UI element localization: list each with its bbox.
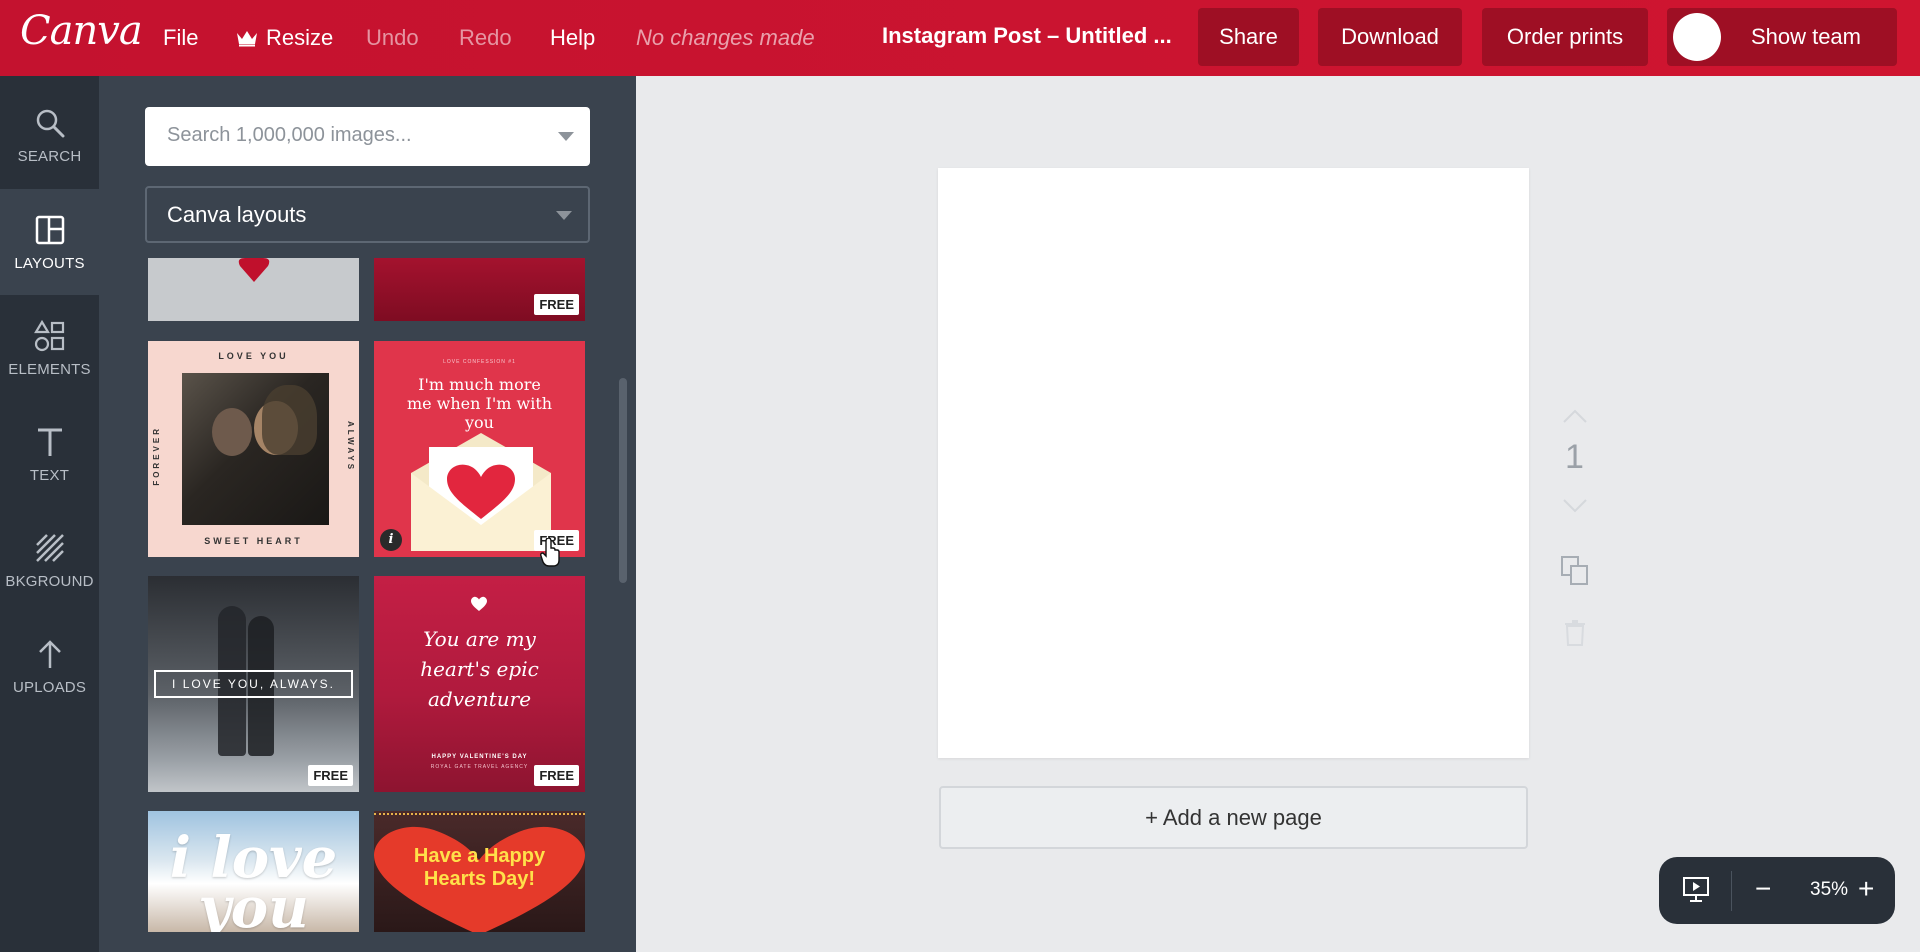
show-team-label: Show team <box>1750 24 1861 49</box>
move-page-down-icon[interactable] <box>1562 498 1588 519</box>
help-menu[interactable]: Help <box>550 25 595 51</box>
layout-thumbnail-i-love-you-always[interactable]: I LOVE YOU, ALWAYS. FREE <box>148 576 359 792</box>
text-icon <box>37 428 62 456</box>
zoom-in-button[interactable]: + <box>1858 874 1874 904</box>
thumbnail-text: LOVE CONFESSION #1 <box>443 359 516 365</box>
thumbnail-text: I LOVE YOU, ALWAYS. <box>154 670 353 698</box>
layout-thumbnail-i-love-you[interactable]: i love you <box>148 811 359 932</box>
layout-thumbnail[interactable] <box>148 258 359 321</box>
free-badge: FREE <box>534 294 579 315</box>
info-icon[interactable]: i <box>380 529 402 551</box>
zoom-control: − 35% + <box>1659 857 1895 924</box>
design-page[interactable] <box>938 168 1529 758</box>
rail-item-layouts[interactable]: LAYOUTS <box>0 189 99 295</box>
rail-label-background: BKGROUND <box>5 572 94 590</box>
thumbnail-text: i love you <box>169 825 338 932</box>
envelope-icon <box>411 433 551 551</box>
save-status: No changes made <box>636 25 815 50</box>
thumbnail-text: FOREVER <box>152 426 161 486</box>
page-number: 1 <box>1565 438 1584 476</box>
zoom-out-button[interactable]: − <box>1755 874 1771 904</box>
thumbnail-text: SWEET HEART <box>204 536 303 546</box>
image-search[interactable] <box>145 107 590 166</box>
thumbnail-text: ALWAYS <box>346 421 355 473</box>
thumbnail-text: I'm much more me when I'm with you <box>406 375 553 432</box>
present-icon[interactable] <box>1682 876 1710 904</box>
chevron-down-icon <box>556 211 572 220</box>
add-page-button[interactable]: + Add a new page <box>939 786 1528 849</box>
resize-label: Resize <box>266 25 334 50</box>
top-bar: Canva File Resize Undo Redo Help No chan… <box>0 0 1920 76</box>
divider <box>1731 871 1732 911</box>
zoom-level: 35% <box>1810 879 1849 900</box>
file-menu[interactable]: File <box>163 25 198 51</box>
layouts-icon <box>35 215 64 244</box>
search-icon <box>36 109 64 137</box>
copy-page-icon[interactable] <box>1560 555 1590 592</box>
rail-label-search: SEARCH <box>17 147 82 165</box>
layout-thumbnail-hearts-epic-adventure[interactable]: You are my heart's epic adventure HAPPY … <box>374 576 585 792</box>
panel-scrollbar[interactable] <box>619 378 627 583</box>
layouts-category-select[interactable]: Canva layouts <box>145 186 590 243</box>
layout-thumbnail-happy-hearts-day[interactable]: Have a Happy Hearts Day! <box>374 811 585 932</box>
rail-label-elements: ELEMENTS <box>8 360 91 378</box>
thumbnail-text: Have a Happy Hearts Day! <box>413 845 546 890</box>
chevron-down-icon[interactable] <box>558 132 574 141</box>
layout-thumbnail-much-more-me[interactable]: LOVE CONFESSION #1 I'm much more me when… <box>374 341 585 557</box>
background-icon <box>35 533 64 562</box>
heart-icon <box>471 596 487 611</box>
order-prints-button[interactable]: Order prints <box>1482 8 1648 66</box>
rail-label-uploads: UPLOADS <box>12 678 87 696</box>
thumbnail-text: LOVE YOU <box>218 351 289 361</box>
canva-logo[interactable]: Canva <box>20 8 143 54</box>
undo-button[interactable]: Undo <box>366 25 419 51</box>
search-input[interactable] <box>167 107 547 164</box>
rail-item-search[interactable]: SEARCH <box>0 82 99 188</box>
shapes-icon <box>33 319 64 351</box>
thumbnail-text: You are my heart's epic adventure <box>420 627 539 711</box>
move-page-up-icon[interactable] <box>1562 408 1588 429</box>
rail-item-elements[interactable]: ELEMENTS <box>0 295 99 401</box>
tool-rail: SEARCH LAYOUTS ELEMENTS TEXT BKGROUND UP… <box>0 76 99 952</box>
layouts-category-value: Canva layouts <box>167 202 307 227</box>
free-badge: FREE <box>534 765 579 786</box>
couple-photo <box>182 373 329 525</box>
download-button[interactable]: Download <box>1318 8 1462 66</box>
avatar[interactable] <box>1673 13 1721 61</box>
thumbnail-text: HAPPY VALENTINE'S DAY <box>431 754 528 760</box>
rail-item-uploads[interactable]: UPLOADS <box>0 613 99 719</box>
share-button[interactable]: Share <box>1198 8 1299 66</box>
hand-cursor-icon <box>540 538 560 567</box>
document-title[interactable]: Instagram Post – Untitled ... <box>882 23 1172 49</box>
rail-label-layouts: LAYOUTS <box>14 254 85 272</box>
heart-icon <box>238 258 270 282</box>
free-badge: FREE <box>308 765 353 786</box>
upload-arrow-icon <box>38 639 61 668</box>
rail-label-text: TEXT <box>29 466 70 484</box>
rail-item-background[interactable]: BKGROUND <box>0 507 99 613</box>
crown-icon <box>237 31 257 47</box>
rail-item-text[interactable]: TEXT <box>0 401 99 507</box>
layout-thumbnail-love-you-forever[interactable]: LOVE YOU FOREVER ALWAYS SWEET HEART <box>148 341 359 557</box>
redo-button[interactable]: Redo <box>459 25 512 51</box>
layout-thumbnail[interactable]: FREE <box>374 258 585 321</box>
resize-button[interactable]: Resize <box>236 25 333 51</box>
trash-icon[interactable] <box>1564 620 1586 651</box>
